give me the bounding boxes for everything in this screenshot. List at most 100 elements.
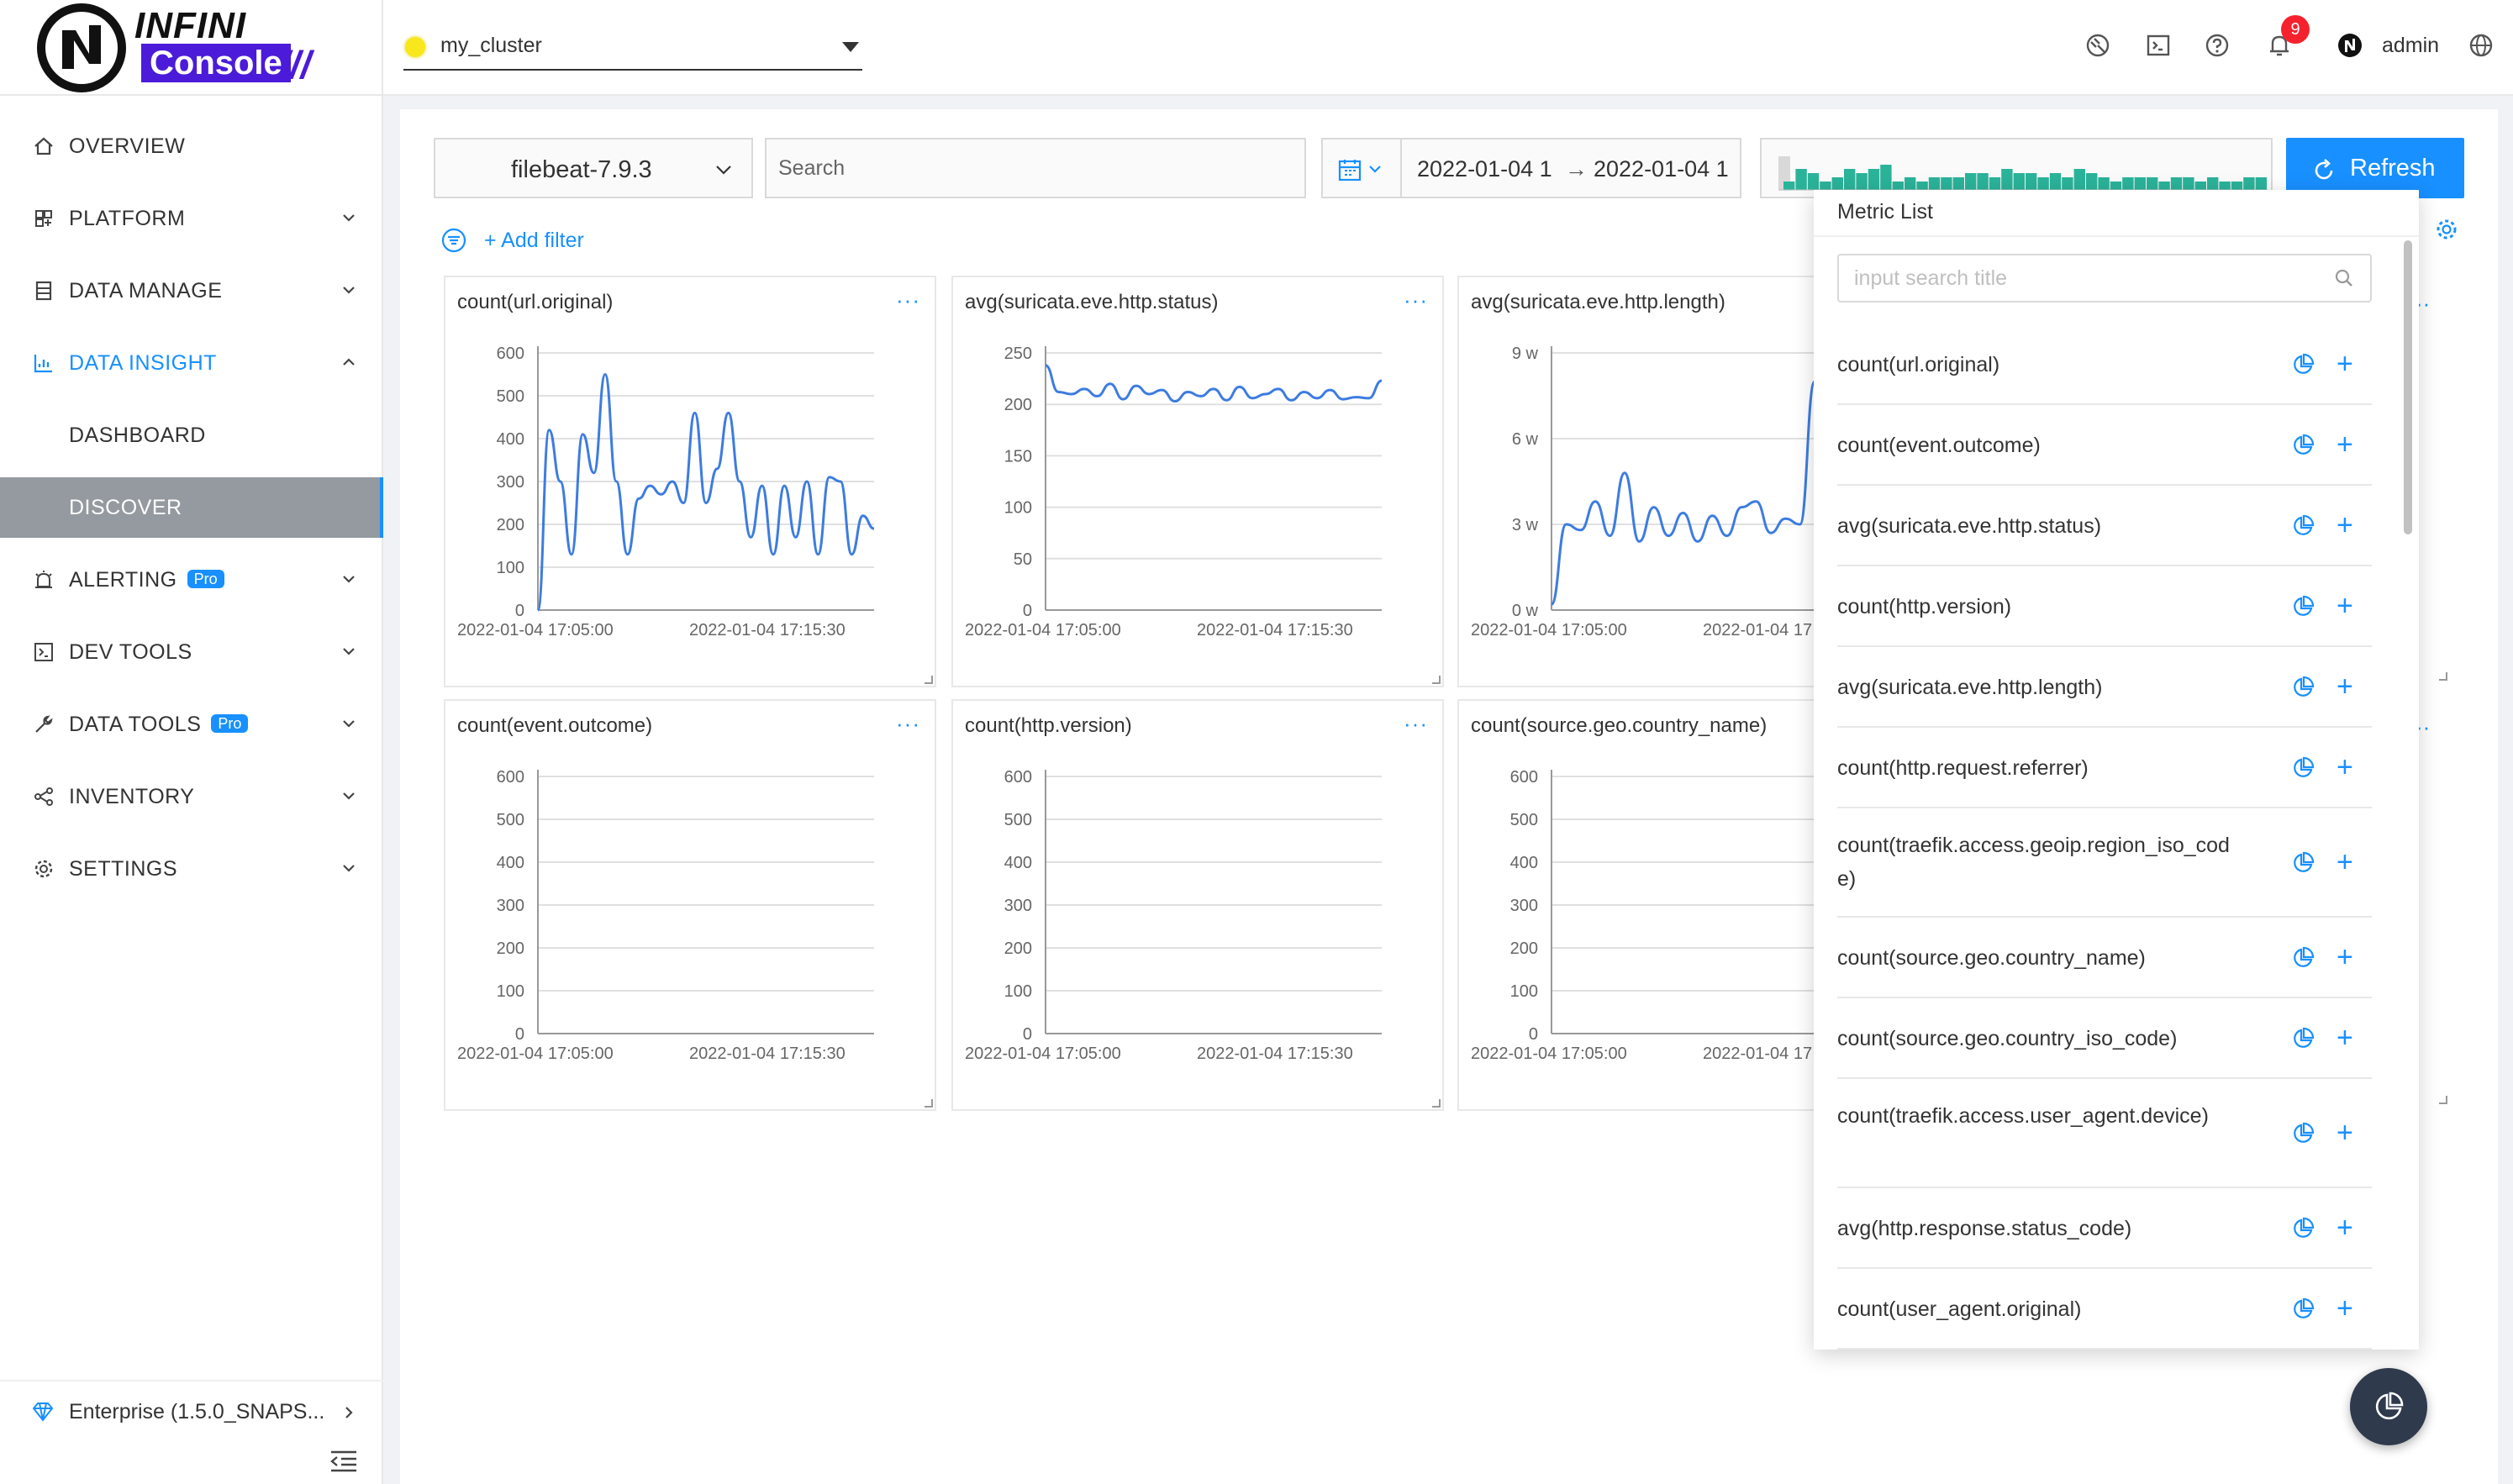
monitor-icon[interactable] [2084, 32, 2111, 59]
sidebar-item-overview[interactable]: OVERVIEW [0, 116, 383, 176]
histogram-bar [2231, 182, 2243, 190]
pie-chart-icon[interactable] [2291, 756, 2315, 780]
chevron-up-icon [343, 358, 355, 366]
chart-panel[interactable]: count(event.outcome) ··· 600 500 400 300 200… [444, 699, 936, 1111]
pie-chart-icon[interactable] [2291, 1217, 2315, 1240]
pie-chart-icon[interactable] [2291, 946, 2315, 970]
y-tick-label: 0 [1023, 1025, 1032, 1044]
metric-list-item[interactable]: count(http.version) + [1837, 566, 2372, 647]
globe-icon[interactable] [2468, 32, 2495, 59]
metric-list-item[interactable]: count(traefik.access.user_agent.device) + [1837, 1079, 2372, 1188]
add-filter-link[interactable]: + Add filter [484, 229, 584, 253]
metric-list-item[interactable]: avg(http.response.status_code) + [1837, 1188, 2372, 1269]
settings-gear-icon[interactable] [2434, 217, 2459, 242]
more-menu-icon[interactable]: ··· [896, 287, 920, 313]
chart-panel[interactable]: count(url.original) ··· 600 500 400 300 200 1… [444, 276, 936, 687]
sidebar-item-inventory[interactable]: INVENTORY [0, 766, 383, 827]
search-icon[interactable] [2333, 267, 2355, 289]
metric-list-item[interactable]: avg(suricata.eve.http.length) + [1837, 647, 2372, 728]
resize-handle[interactable] [1432, 1099, 1441, 1108]
sidebar-item-dev-tools[interactable]: DEV TOOLS [0, 622, 383, 682]
more-menu-icon[interactable]: ··· [1404, 711, 1428, 737]
metric-label: avg(http.response.status_code) [1837, 1217, 2132, 1240]
metric-list-item[interactable]: avg(suricata.eve.http.status) + [1837, 486, 2372, 566]
metric-list-item[interactable]: count(traefik.access.geoip.region_iso_co… [1837, 808, 2372, 918]
add-metric-button[interactable]: + [2337, 1118, 2353, 1147]
index-select[interactable]: filebeat-7.9.3 [434, 138, 753, 198]
y-tick-label: 0 [515, 1025, 524, 1044]
x-tick-label: 2022-01-04 17:05:00 [457, 621, 614, 639]
filter-icon[interactable] [440, 227, 467, 254]
add-metric-button[interactable]: + [2337, 350, 2353, 378]
add-metric-button[interactable]: + [2337, 511, 2353, 539]
logo[interactable]: INFINI Console /// [0, 0, 383, 96]
metric-list-item[interactable]: count(source.geo.country_iso_code) + [1837, 998, 2372, 1079]
user-name[interactable]: admin [2382, 34, 2439, 58]
chart-panel[interactable]: avg(suricata.eve.http.status) ··· 250 200… [951, 276, 1444, 687]
sidebar-item-settings[interactable]: SETTINGS [0, 839, 383, 899]
add-metric-button[interactable]: + [2337, 848, 2353, 876]
resize-handle[interactable] [925, 1099, 933, 1108]
metric-list-item[interactable]: count(source.geo.country_name) + [1837, 918, 2372, 998]
pie-chart-icon[interactable] [2291, 851, 2315, 875]
search-input[interactable] [765, 138, 1306, 198]
y-tick-label: 0 [1023, 602, 1032, 620]
pie-chart-icon[interactable] [2291, 353, 2315, 376]
add-metric-button[interactable]: + [2337, 672, 2353, 701]
console-icon[interactable] [2145, 32, 2172, 59]
more-menu-icon[interactable]: ··· [1404, 287, 1428, 313]
pie-chart-icon[interactable] [2291, 1027, 2315, 1050]
y-tick-label: 200 [497, 939, 524, 958]
sidebar-item-data-insight[interactable]: DATA INSIGHT [0, 333, 383, 393]
histogram-bar [1965, 173, 1977, 190]
collapse-menu-icon[interactable] [329, 1449, 358, 1474]
add-metric-button[interactable]: + [2337, 592, 2353, 620]
resize-handle[interactable] [2439, 1096, 2447, 1104]
x-tick-label: 2022-01-04 17:05:00 [1471, 621, 1627, 639]
panel-title: count(event.outcome) [457, 714, 653, 737]
pie-chart-icon[interactable] [2291, 514, 2315, 538]
resize-handle[interactable] [925, 676, 933, 684]
add-metric-button[interactable]: + [2337, 1213, 2353, 1242]
sidebar-item-alerting[interactable]: ALERTING Pro [0, 550, 383, 610]
metric-list-item[interactable]: count(http.request.referrer) + [1837, 728, 2372, 808]
scrollbar[interactable] [2404, 240, 2412, 534]
chart-panel[interactable]: count(http.version) ··· 600 500 400 300 200 1… [951, 699, 1444, 1111]
histogram-bar [2255, 177, 2267, 190]
histogram-bar [1868, 169, 1880, 190]
add-metric-button[interactable]: + [2337, 1294, 2353, 1323]
add-metric-button[interactable]: + [2337, 430, 2353, 459]
histogram-bar [2049, 173, 2062, 190]
version-info[interactable]: Enterprise (1.5.0_SNAPS... [0, 1380, 383, 1440]
metric-list-item[interactable]: count(user_agent.original) + [1837, 1269, 2372, 1350]
histogram-bar [1952, 177, 1964, 190]
pie-chart-icon[interactable] [2291, 434, 2315, 457]
brand-bottom: Console [141, 44, 291, 82]
cluster-select[interactable]: my_cluster [403, 25, 862, 71]
help-icon[interactable] [2204, 32, 2231, 59]
add-metric-button[interactable]: + [2337, 943, 2353, 971]
pie-chart-icon[interactable] [2291, 595, 2315, 618]
date-picker-button[interactable] [1321, 138, 1402, 198]
resize-handle[interactable] [2439, 672, 2447, 681]
pie-chart-icon[interactable] [2291, 1122, 2315, 1145]
user-avatar-icon[interactable] [2337, 32, 2363, 59]
date-range[interactable]: 2022-01-04 1 → 2022-01-04 1 [1402, 138, 1741, 198]
sidebar-item-data-tools[interactable]: DATA TOOLS Pro [0, 694, 383, 755]
sidebar-item-data-manage[interactable]: DATA MANAGE [0, 260, 383, 321]
sidebar-item-discover[interactable]: DISCOVER [0, 477, 383, 538]
more-menu-icon[interactable]: ··· [896, 711, 920, 737]
metric-list-toggle-button[interactable] [2350, 1368, 2427, 1445]
metric-list-item[interactable]: count(url.original) + [1837, 324, 2372, 405]
x-tick-label: 2022-01-04 17 [1703, 621, 1812, 639]
add-metric-button[interactable]: + [2337, 1024, 2353, 1052]
pie-chart-icon[interactable] [2291, 1297, 2315, 1321]
histogram-bar [1844, 169, 1856, 190]
sidebar-item-dashboard[interactable]: DASHBOARD [0, 405, 383, 466]
resize-handle[interactable] [1432, 676, 1441, 684]
pie-chart-icon[interactable] [2291, 676, 2315, 699]
metric-list-item[interactable]: count(event.outcome) + [1837, 405, 2372, 486]
metric-search-input[interactable] [1837, 254, 2372, 303]
add-metric-button[interactable]: + [2337, 753, 2353, 781]
sidebar-item-platform[interactable]: PLATFORM [0, 188, 383, 249]
